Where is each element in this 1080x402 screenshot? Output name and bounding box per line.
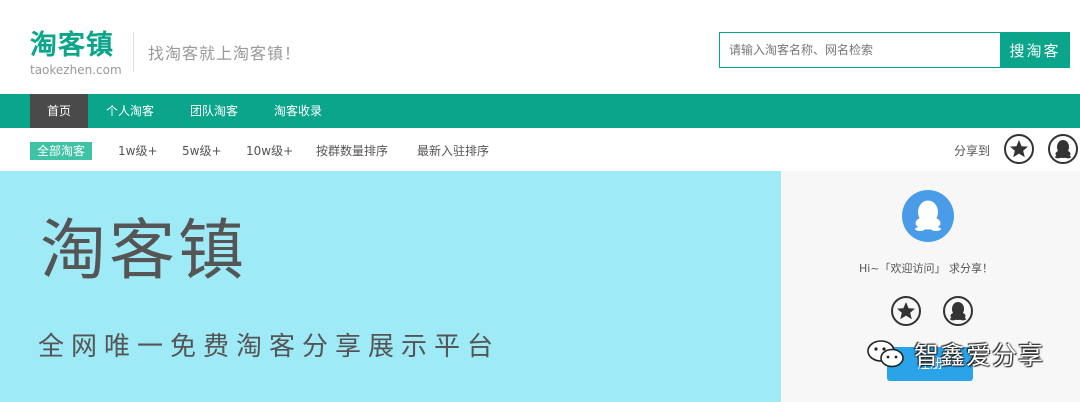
site-logo[interactable]: 淘客镇 taokezhen.com (30, 30, 122, 77)
wechat-icon (866, 339, 906, 369)
filter-1w[interactable]: 1w级+ (118, 142, 158, 160)
star-share-icon[interactable] (1004, 134, 1034, 164)
filter-bar: 全部淘客 1w级+ 5w级+ 10w级+ 按群数量排序 最新入驻排序 分享到 (0, 128, 1080, 171)
slogan-divider (133, 32, 134, 72)
nav-item-home[interactable]: 首页 (30, 94, 88, 128)
qq-avatar-icon (902, 190, 954, 242)
share-label: 分享到 (954, 144, 991, 158)
qq-share-icon[interactable] (1048, 134, 1078, 164)
search-button[interactable]: 搜淘客 (1000, 32, 1070, 68)
filter-all[interactable]: 全部淘客 (30, 142, 93, 160)
banner-subtitle: 全网唯一免费淘客分享展示平台 (38, 332, 501, 362)
logo-domain: taokezhen.com (30, 63, 122, 77)
banner-title: 淘客镇 (40, 212, 247, 289)
hero-banner: 淘客镇 全网唯一免费淘客分享展示平台 (0, 171, 781, 402)
filter-sort-newest[interactable]: 最新入驻排序 (417, 142, 489, 160)
watermark: 智鑫爱分享 (866, 336, 1044, 372)
qq-share-icon[interactable] (943, 296, 973, 326)
logo-text: 淘客镇 (30, 30, 114, 61)
main-nav: 首页 个人淘客 团队淘客 淘客收录 (0, 94, 1080, 128)
search-input[interactable] (719, 32, 1000, 68)
watermark-text: 智鑫爱分享 (914, 341, 1045, 370)
site-header: 淘客镇 taokezhen.com 找淘客就上淘客镇！ 搜淘客 (0, 0, 1080, 94)
welcome-text: Hi~「欢迎访问」 求分享！ (858, 262, 994, 275)
nav-item-collect[interactable]: 淘客收录 (264, 94, 332, 128)
nav-item-team[interactable]: 团队淘客 (180, 94, 248, 128)
search-bar: 搜淘客 (719, 32, 1070, 68)
filter-10w[interactable]: 10w级+ (246, 142, 293, 160)
star-share-icon[interactable] (891, 296, 921, 326)
nav-item-personal[interactable]: 个人淘客 (96, 94, 164, 128)
filter-sort-groups[interactable]: 按群数量排序 (316, 142, 388, 160)
site-slogan: 找淘客就上淘客镇！ (148, 44, 302, 63)
filter-5w[interactable]: 5w级+ (182, 142, 222, 160)
